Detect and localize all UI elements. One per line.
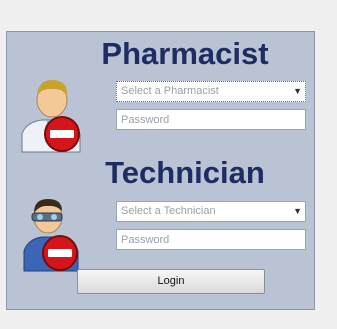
chevron-down-icon: ▼ [293,206,302,216]
technician-password-field[interactable] [116,229,306,250]
pharmacist-select[interactable]: Select a Pharmacist ▼ [116,81,306,102]
chevron-down-icon: ▼ [293,86,302,96]
login-button[interactable]: Login [77,269,265,294]
login-panel: Pharmacist Select a Pharmacist ▼ Technic… [6,31,315,310]
technician-select-placeholder: Select a Technician [121,205,216,217]
pharmacist-select-placeholder: Select a Pharmacist [121,85,219,97]
pharmacist-password-field[interactable] [116,109,306,130]
technician-avatar-icon [23,199,79,272]
pharmacist-heading: Pharmacist [101,36,269,71]
technician-heading: Technician [105,155,265,190]
pharmacist-avatar-icon [21,80,81,153]
technician-select[interactable]: Select a Technician ▼ [116,201,306,222]
